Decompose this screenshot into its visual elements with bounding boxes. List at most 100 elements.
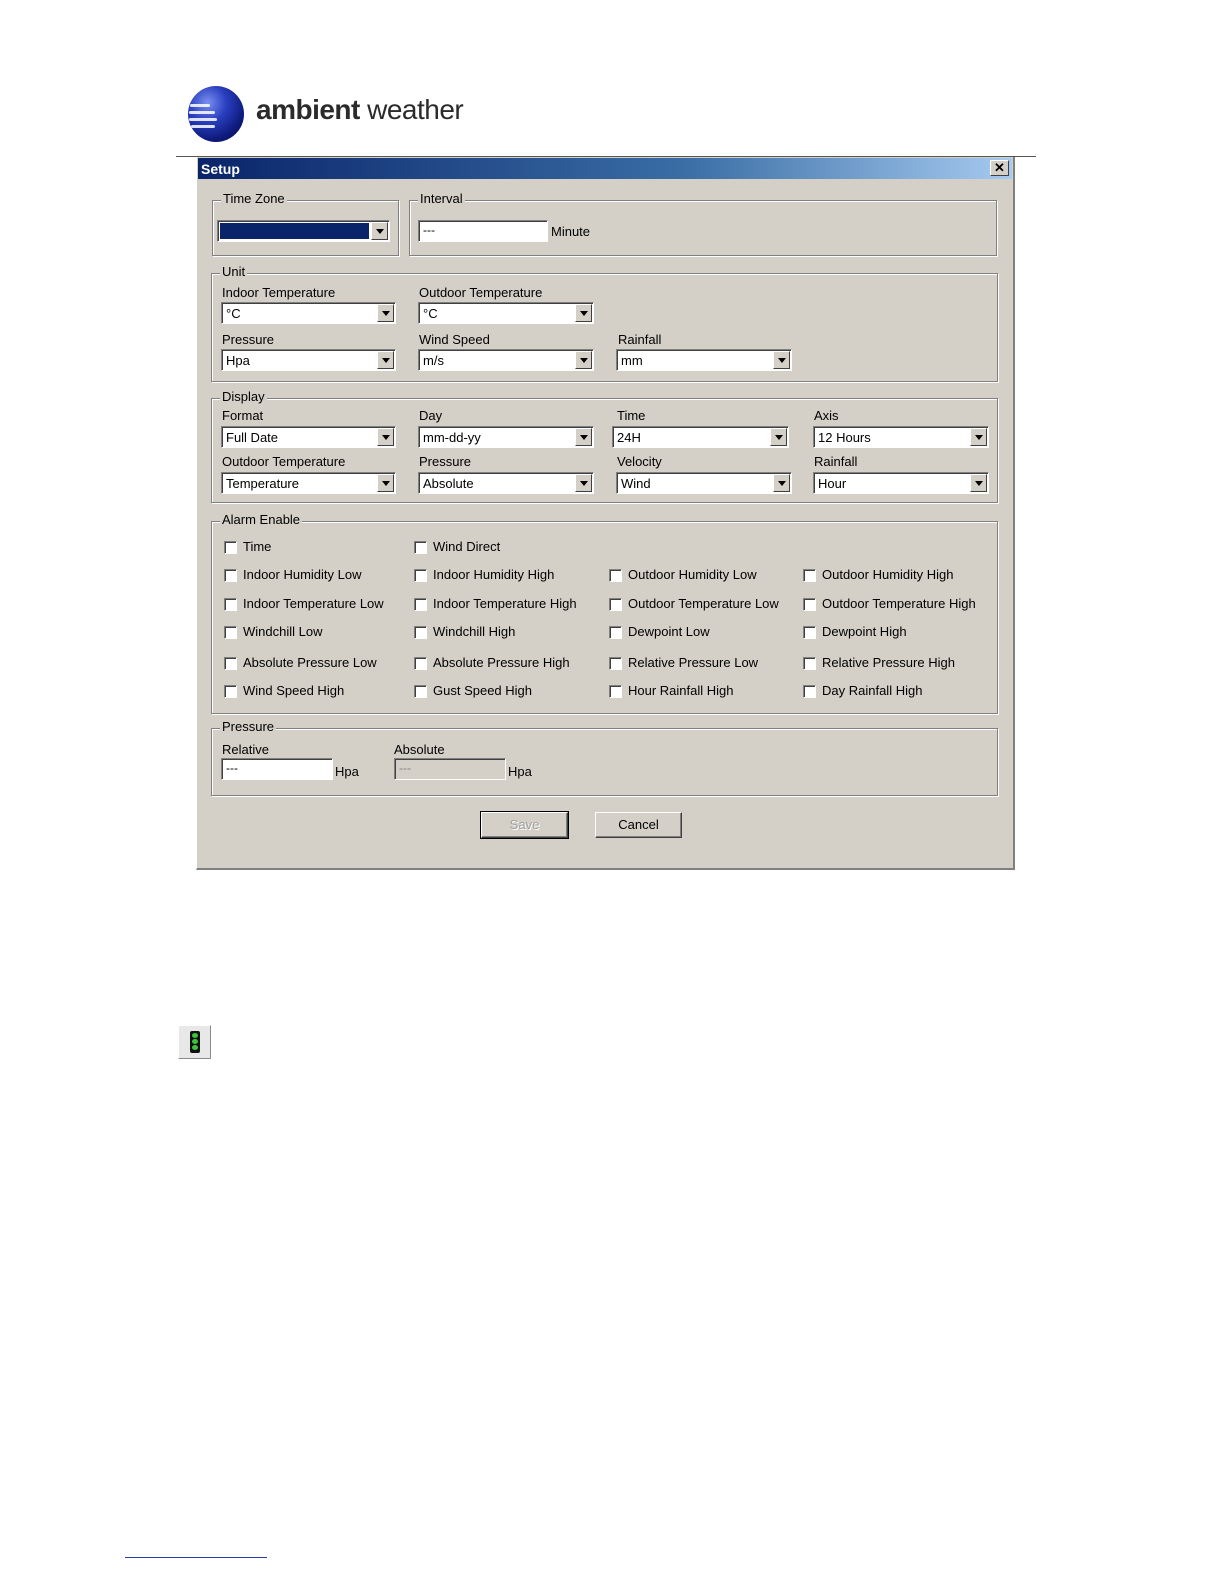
alarm-checkbox[interactable] [224, 657, 237, 670]
alarm-checkbox[interactable] [414, 657, 427, 670]
alarm-checkbox-label[interactable]: Indoor Humidity High [433, 567, 554, 582]
alarm-checkbox[interactable] [414, 569, 427, 582]
globe-icon [188, 86, 244, 142]
outdoor-temp-unit-value: °C [423, 306, 438, 321]
alarm-checkbox[interactable] [609, 569, 622, 582]
chevron-down-icon[interactable] [377, 351, 394, 369]
chevron-down-icon[interactable] [970, 474, 987, 492]
display-pressure-select[interactable]: Absolute [418, 472, 594, 494]
velocity-value: Wind [621, 476, 651, 491]
alarm-checkbox[interactable] [803, 598, 816, 611]
alarm-checkbox[interactable] [224, 626, 237, 639]
wind-speed-unit-label: Wind Speed [419, 332, 490, 347]
close-icon: ✕ [994, 160, 1005, 175]
alarm-checkbox-label[interactable]: Windchill Low [243, 624, 322, 639]
alarm-checkbox[interactable] [803, 685, 816, 698]
title-bar[interactable]: Setup ✕ [198, 158, 1012, 179]
alarm-checkbox-label[interactable]: Absolute Pressure High [433, 655, 570, 670]
cancel-button[interactable]: Cancel [595, 812, 682, 838]
wind-speed-unit-value: m/s [423, 353, 444, 368]
alarm-checkbox[interactable] [609, 685, 622, 698]
velocity-label: Velocity [617, 454, 662, 469]
logo-wordmark: ambient weather [256, 94, 464, 125]
chevron-down-icon[interactable] [773, 351, 790, 369]
alarm-checkbox[interactable] [224, 569, 237, 582]
chevron-down-icon[interactable] [773, 474, 790, 492]
alarm-checkbox-label[interactable]: Wind Direct [433, 539, 500, 554]
save-button[interactable]: Save [480, 811, 569, 839]
alarm-checkbox[interactable] [224, 685, 237, 698]
alarm-checkbox[interactable] [224, 541, 237, 554]
day-select[interactable]: mm-dd-yy [418, 426, 594, 448]
interval-unit: Minute [551, 224, 591, 239]
chevron-down-icon[interactable] [377, 304, 394, 322]
ambient-weather-logo: ambient weather [188, 84, 488, 146]
wind-speed-unit-select[interactable]: m/s [418, 349, 594, 371]
alarm-checkbox[interactable] [803, 569, 816, 582]
alarm-checkbox-label[interactable]: Outdoor Humidity Low [628, 567, 757, 582]
alarm-checkbox-label[interactable]: Time [243, 539, 271, 554]
close-button[interactable]: ✕ [990, 160, 1009, 176]
alarm-checkbox[interactable] [414, 541, 427, 554]
alarm-checkbox-label[interactable]: Dewpoint Low [628, 624, 710, 639]
traffic-light-icon[interactable] [178, 1025, 211, 1059]
display-pressure-label: Pressure [419, 454, 472, 469]
velocity-select[interactable]: Wind [616, 472, 792, 494]
pressure-unit-select[interactable]: Hpa [221, 349, 396, 371]
interval-input[interactable]: --- [418, 220, 548, 242]
alarm-checkbox-label[interactable]: Absolute Pressure Low [243, 655, 377, 670]
display-outdoor-temp-value: Temperature [226, 476, 299, 491]
display-group-title: Display [220, 389, 267, 404]
alarm-checkbox[interactable] [414, 685, 427, 698]
display-rainfall-select[interactable]: Hour [813, 472, 989, 494]
alarm-checkbox-label[interactable]: Outdoor Humidity High [822, 567, 954, 582]
alarm-checkbox-label[interactable]: Outdoor Temperature High [822, 596, 976, 611]
alarm-checkbox-label[interactable]: Indoor Temperature High [433, 596, 577, 611]
chevron-down-icon[interactable] [377, 428, 394, 446]
relative-pressure-label: Relative [222, 742, 269, 757]
timezone-select[interactable] [217, 220, 390, 242]
alarm-checkbox-label[interactable]: Gust Speed High [433, 683, 532, 698]
chevron-down-icon[interactable] [371, 222, 388, 240]
chevron-down-icon[interactable] [377, 474, 394, 492]
rainfall-unit-select[interactable]: mm [616, 349, 792, 371]
rainfall-unit-label: Rainfall [618, 332, 662, 347]
alarm-checkbox[interactable] [609, 598, 622, 611]
alarm-checkbox-label[interactable]: Hour Rainfall High [628, 683, 734, 698]
footer-link-underline [125, 1557, 267, 1558]
alarm-checkbox[interactable] [609, 657, 622, 670]
alarm-checkbox-label[interactable]: Day Rainfall High [822, 683, 922, 698]
axis-select[interactable]: 12 Hours [813, 426, 989, 448]
chevron-down-icon[interactable] [575, 428, 592, 446]
relative-pressure-input[interactable]: --- [221, 758, 333, 780]
alarm-checkbox[interactable] [414, 626, 427, 639]
alarm-checkbox[interactable] [803, 626, 816, 639]
alarm-checkbox-label[interactable]: Relative Pressure High [822, 655, 955, 670]
chevron-down-icon[interactable] [770, 428, 787, 446]
interval-group-title: Interval [418, 191, 465, 206]
alarm-checkbox-label[interactable]: Outdoor Temperature Low [628, 596, 779, 611]
alarm-checkbox[interactable] [803, 657, 816, 670]
pressure-unit-label: Pressure [222, 332, 275, 347]
dialog-title: Setup [201, 161, 240, 177]
alarm-checkbox-label[interactable]: Windchill High [433, 624, 515, 639]
alarm-checkbox-label[interactable]: Dewpoint High [822, 624, 907, 639]
alarm-checkbox-label[interactable]: Wind Speed High [243, 683, 344, 698]
format-value: Full Date [226, 430, 279, 445]
alarm-checkbox-label[interactable]: Indoor Humidity Low [243, 567, 362, 582]
outdoor-temp-unit-select[interactable]: °C [418, 302, 594, 324]
alarm-checkbox-label[interactable]: Indoor Temperature Low [243, 596, 384, 611]
indoor-temp-unit-select[interactable]: °C [221, 302, 396, 324]
alarm-checkbox-label[interactable]: Relative Pressure Low [628, 655, 758, 670]
chevron-down-icon[interactable] [575, 474, 592, 492]
chevron-down-icon[interactable] [575, 304, 592, 322]
chevron-down-icon[interactable] [575, 351, 592, 369]
time-select[interactable]: 24H [612, 426, 789, 448]
format-select[interactable]: Full Date [221, 426, 396, 448]
axis-value: 12 Hours [818, 430, 871, 445]
display-outdoor-temp-select[interactable]: Temperature [221, 472, 396, 494]
alarm-checkbox[interactable] [609, 626, 622, 639]
alarm-checkbox[interactable] [414, 598, 427, 611]
alarm-checkbox[interactable] [224, 598, 237, 611]
chevron-down-icon[interactable] [970, 428, 987, 446]
